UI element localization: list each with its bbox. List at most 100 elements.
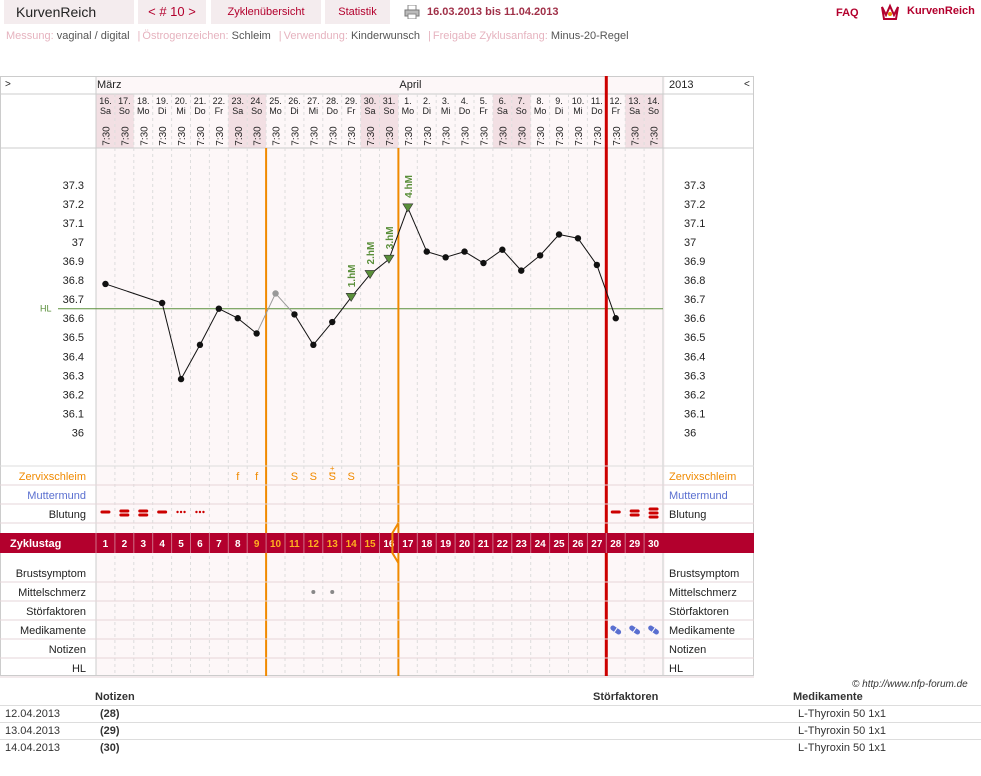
time-label: 7:30 xyxy=(442,126,453,146)
mittelschmerz-mark xyxy=(330,590,335,594)
cycle-day-number: 10 xyxy=(270,539,282,550)
time-label: 7:30 xyxy=(253,126,264,146)
cycle-day-number: 8 xyxy=(235,539,241,550)
table-row: 14.04.2013 (30) L-Thyroxin 50 1x1 xyxy=(0,738,981,756)
weekday-label: So xyxy=(383,106,394,116)
time-label: 7:30 xyxy=(574,126,585,146)
date-label: 9. xyxy=(555,96,563,106)
date-label: 19. xyxy=(156,96,169,106)
tab-statistics[interactable]: Statistik xyxy=(325,0,390,24)
time-label: 7:30 xyxy=(139,126,150,146)
time-label: 7:30 xyxy=(612,126,623,146)
cervical-mucus-plus: + xyxy=(330,464,335,473)
bleeding-spot-mark xyxy=(202,510,205,514)
y-tick-right: 36.3 xyxy=(684,370,705,382)
cycle-day-number: 17 xyxy=(402,539,414,550)
weekday-label: Mo xyxy=(269,106,282,116)
bleeding-spot-mark xyxy=(198,510,202,514)
temperature-point xyxy=(499,246,506,253)
temperature-point xyxy=(461,248,468,255)
printer-icon[interactable] xyxy=(404,5,420,19)
time-label: 7:30 xyxy=(234,126,245,146)
weekday-label: So xyxy=(516,106,527,116)
y-tick-left: 36.1 xyxy=(63,408,84,420)
bleeding-mark xyxy=(648,511,659,515)
table-row: 13.04.2013 (29) L-Thyroxin 50 1x1 xyxy=(0,721,981,739)
y-tick-left: 37.1 xyxy=(63,218,84,230)
temperature-point xyxy=(102,280,109,288)
y-tick-right: 37.2 xyxy=(684,199,705,211)
y-tick-left: 36.9 xyxy=(63,256,84,268)
settings-separator: | xyxy=(428,30,431,42)
note-cycle-day: (28) xyxy=(100,707,120,720)
brand-title[interactable]: KurvenReich xyxy=(4,0,134,24)
time-label: 7:30 xyxy=(328,126,339,146)
date-label: 5. xyxy=(480,96,488,106)
weekday-label: Fr xyxy=(612,106,621,116)
cycle-day-number: 1 xyxy=(103,539,109,550)
cycle-day-number: 6 xyxy=(197,539,203,550)
higher-measurement-label: 4.hM xyxy=(404,175,415,198)
faq-link[interactable]: FAQ xyxy=(836,7,859,19)
bleeding-mark xyxy=(629,513,640,517)
y-tick-right: 36.8 xyxy=(684,275,705,287)
date-label: 3. xyxy=(442,96,450,106)
y-tick-right: 36.9 xyxy=(684,256,705,268)
note-medication: L-Thyroxin 50 1x1 xyxy=(798,707,887,720)
row-label-left: HL xyxy=(72,663,86,675)
weekday-label: Mi xyxy=(176,106,186,116)
date-range: 16.03.2013 bis 11.04.2013 xyxy=(427,6,559,18)
notes-header: Notizen xyxy=(95,690,135,703)
date-label: 17. xyxy=(118,96,131,106)
setting-key: Östrogenzeichen: xyxy=(142,30,232,42)
row-label-right: HL xyxy=(669,663,683,675)
date-label: 14. xyxy=(647,96,660,106)
temperature-point xyxy=(329,318,336,326)
cycle-day-number: 5 xyxy=(178,539,184,550)
temperature-point xyxy=(442,254,449,261)
cervical-mucus-mark: S xyxy=(347,471,354,483)
bleeding-mark xyxy=(119,509,130,513)
weekday-label: So xyxy=(251,106,262,116)
weekday-label: Mi xyxy=(309,106,319,116)
setting-key: Verwendung: xyxy=(283,30,351,42)
tab-cycle-overview[interactable]: Zyklenübersicht xyxy=(211,0,321,24)
cycle-day-number: 3 xyxy=(140,539,146,550)
date-label: 2. xyxy=(423,96,431,106)
date-label: 31. xyxy=(383,96,396,106)
time-label: 7:30 xyxy=(309,126,320,146)
top-bar: KurvenReich < # 10 > Zyklenübersicht Sta… xyxy=(0,0,981,26)
time-label: 7:30 xyxy=(555,126,566,146)
setting-value: vaginal / digital xyxy=(56,30,130,42)
row-label-right: Notizen xyxy=(669,644,706,656)
cycle-navigator[interactable]: < # 10 > xyxy=(138,0,206,24)
note-date: 12.04.2013 xyxy=(5,707,61,720)
cycle-settings: Messung: vaginal / digital | Östrogenzeich… xyxy=(6,30,635,42)
setting-value: Kinderwunsch xyxy=(350,30,421,42)
cycle-day-number: 7 xyxy=(216,539,222,550)
y-tick-left: 36.6 xyxy=(63,313,84,325)
temperature-point xyxy=(574,235,582,242)
temperature-point xyxy=(177,375,185,383)
weekday-label: Fr xyxy=(347,106,356,116)
mittelschmerz-mark xyxy=(311,590,316,594)
y-tick-left: 36.3 xyxy=(63,370,84,382)
bleeding-mark xyxy=(610,510,621,514)
y-tick-left: 37 xyxy=(72,237,84,249)
date-label: 20. xyxy=(175,96,188,106)
y-tick-right: 36.5 xyxy=(684,332,705,344)
settings-separator: | xyxy=(137,30,141,42)
row-label-left: Muttermund xyxy=(27,490,86,502)
month-label: April xyxy=(399,79,421,91)
time-label: 7:30 xyxy=(366,126,377,146)
row-label-left: Störfaktoren xyxy=(26,606,86,618)
y-tick-right: 36.1 xyxy=(684,408,705,420)
date-label: 23. xyxy=(231,96,244,106)
setting-value: Minus-20-Regel xyxy=(550,30,629,42)
time-label: 7:30 xyxy=(177,126,188,146)
y-tick-right: 37.1 xyxy=(684,218,705,230)
cycle-day-number: 4 xyxy=(159,539,165,550)
row-label-right: Blutung xyxy=(669,509,706,521)
time-label: 7:30 xyxy=(650,126,661,146)
date-label: 4. xyxy=(461,96,469,106)
